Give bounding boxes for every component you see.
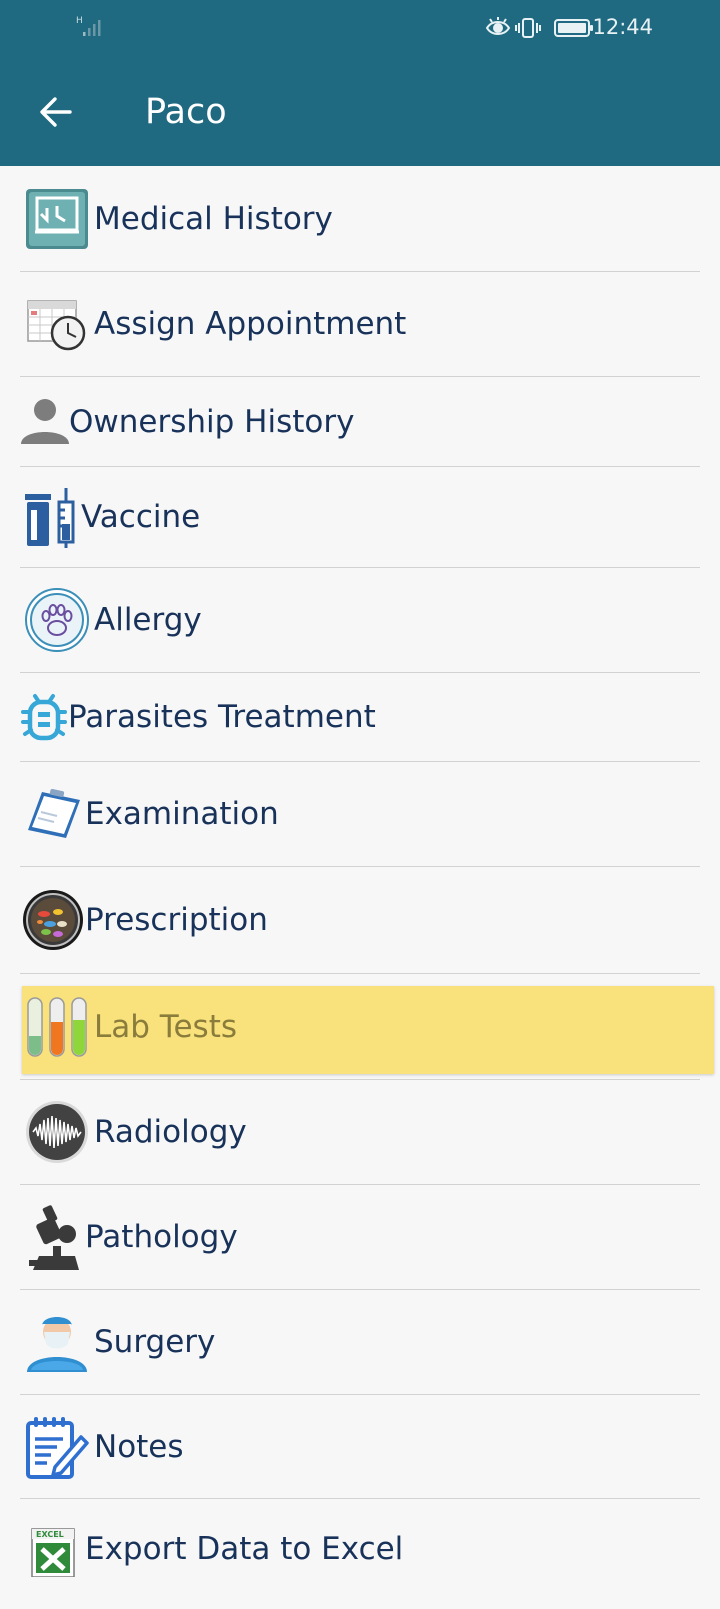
excel-icon: EXCEL — [20, 1527, 85, 1577]
menu-item-label: Examination — [85, 796, 279, 832]
menu-item-label: Parasites Treatment — [68, 699, 376, 735]
menu-item-label: Assign Appointment — [94, 306, 407, 342]
paw-icon — [20, 588, 94, 652]
menu-item-medical-history[interactable]: Medical History — [20, 166, 700, 272]
history-icon — [20, 188, 94, 250]
calendar-clock-icon — [20, 297, 94, 351]
menu-item-pathology[interactable]: Pathology — [20, 1185, 700, 1290]
microscope-icon — [20, 1204, 85, 1270]
bug-icon — [20, 692, 68, 742]
svg-text:EXCEL: EXCEL — [36, 1530, 64, 1539]
menu-item-vaccine[interactable]: Vaccine — [20, 467, 700, 568]
menu-item-label: Notes — [94, 1428, 184, 1465]
menu-item-surgery[interactable]: Surgery — [20, 1290, 700, 1395]
menu-item-label: Radiology — [94, 1114, 247, 1150]
menu-item-label: Export Data to Excel — [85, 1531, 404, 1567]
menu-item-allergy[interactable]: Allergy — [20, 568, 700, 673]
menu-item-export-excel[interactable]: EXCEL Export Data to Excel — [20, 1499, 700, 1609]
network-type-label: H — [76, 16, 83, 26]
menu-item-lab-tests[interactable]: Lab Tests — [20, 974, 700, 1080]
person-icon — [20, 398, 69, 446]
eye-icon — [485, 17, 511, 35]
menu-item-label: Allergy — [94, 602, 202, 638]
menu-item-ownership-history[interactable]: Ownership History — [20, 377, 700, 467]
app-header: H 12:44 Paco — [0, 0, 720, 166]
page-title: Paco — [145, 92, 227, 132]
menu-item-parasites-treatment[interactable]: Parasites Treatment — [20, 673, 700, 762]
menu-item-label: Ownership History — [69, 403, 355, 440]
clipboard-icon — [20, 788, 85, 840]
test-tubes-icon — [20, 996, 94, 1058]
pills-icon — [20, 888, 85, 952]
notepad-icon — [20, 1415, 94, 1479]
menu-item-label: Medical History — [94, 200, 333, 237]
menu-item-label: Vaccine — [81, 499, 201, 535]
back-button[interactable] — [26, 84, 86, 140]
menu-item-label: Pathology — [85, 1219, 238, 1255]
clock: 12:44 — [592, 15, 653, 39]
menu-item-examination[interactable]: Examination — [20, 762, 700, 867]
menu-item-assign-appointment[interactable]: Assign Appointment — [20, 272, 700, 377]
menu-item-label: Surgery — [94, 1324, 216, 1360]
status-icons — [485, 17, 593, 38]
status-bar: H 12:44 — [0, 0, 720, 56]
menu-item-label: Lab Tests — [94, 1008, 237, 1045]
menu-list: Medical History Assign Appointment Owner… — [0, 166, 720, 1577]
menu-item-radiology[interactable]: Radiology — [20, 1080, 700, 1185]
vaccine-syringe-icon — [20, 486, 81, 548]
waveform-icon — [20, 1100, 94, 1164]
surgeon-icon — [20, 1310, 94, 1374]
menu-item-label: Prescription — [85, 902, 268, 938]
menu-item-notes[interactable]: Notes — [20, 1395, 700, 1499]
signal-icon: H — [76, 16, 101, 36]
vibrate-icon — [515, 18, 541, 38]
arrow-left-icon — [40, 97, 72, 127]
menu-item-prescription[interactable]: Prescription — [20, 867, 700, 974]
battery-icon — [554, 19, 593, 37]
